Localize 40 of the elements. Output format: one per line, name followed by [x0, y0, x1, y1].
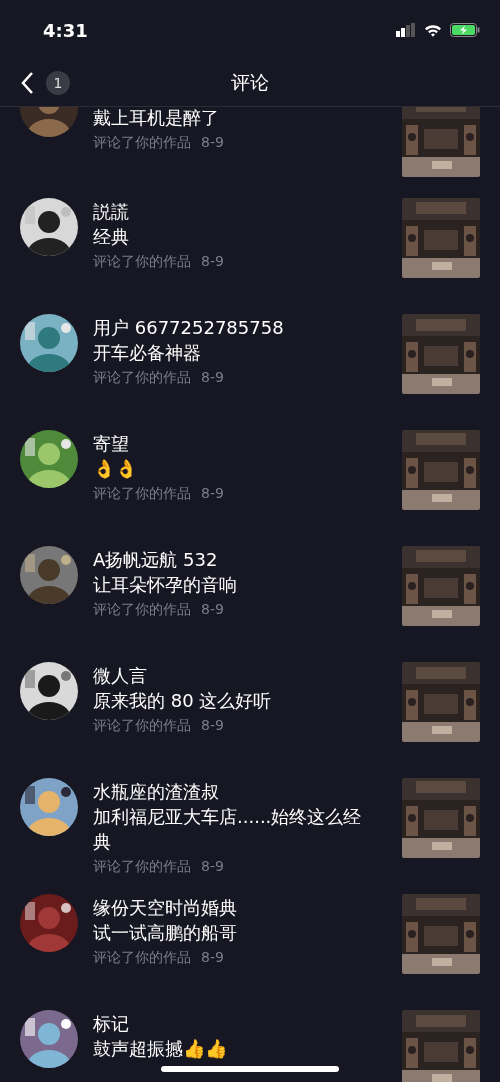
user-name[interactable]: 寄望	[93, 432, 379, 456]
user-name[interactable]: A扬帆远航 532	[93, 548, 379, 572]
user-name[interactable]: 説謊	[93, 200, 379, 224]
wifi-icon	[424, 23, 442, 37]
comment-text: 原来我的 80 这么好听	[93, 689, 273, 713]
back-icon[interactable]	[20, 71, 34, 95]
user-name[interactable]: 缘份天空时尚婚典	[93, 896, 379, 920]
count-badge: 1	[46, 71, 70, 95]
activity-label: 评论了你的作品	[93, 368, 191, 387]
date-label: 8-9	[201, 716, 224, 735]
activity-label: 评论了你的作品	[93, 252, 191, 271]
date-label: 8-9	[201, 948, 224, 967]
user-name[interactable]: 微人言	[93, 664, 379, 688]
comment-text: 鼓声超振撼👍👍	[93, 1037, 228, 1061]
comment-text: 戴上耳机是醉了	[93, 107, 220, 130]
user-name[interactable]: 标记	[93, 1012, 379, 1036]
activity-label: 评论了你的作品	[93, 948, 191, 967]
battery-icon	[450, 23, 480, 37]
comment-text: 开车必备神器	[93, 341, 202, 365]
activity-label: 评论了你的作品	[93, 600, 191, 619]
date-label: 8-9	[201, 600, 224, 619]
comment-text: 👌👌	[93, 457, 138, 481]
signal-icon	[396, 23, 416, 37]
comment-text: 加利福尼亚大车店......始终这么经典	[93, 805, 363, 854]
comment-text: 经典	[93, 225, 130, 249]
comment-text: 试一试高鹏的船哥	[93, 921, 238, 945]
user-name[interactable]: 水瓶座的渣渣叔	[93, 780, 379, 804]
activity-label: 评论了你的作品	[93, 133, 191, 152]
comment-text: 让耳朵怀孕的音响	[93, 573, 238, 597]
date-label: 8-9	[201, 857, 224, 876]
page-title: 评论	[231, 70, 269, 95]
activity-label: 评论了你的作品	[93, 857, 191, 876]
clock: 4:31	[43, 19, 88, 41]
user-name[interactable]: 用户 6677252785758	[93, 316, 379, 340]
activity-label: 评论了你的作品	[93, 484, 191, 503]
date-label: 8-9	[201, 368, 224, 387]
date-label: 8-9	[201, 252, 224, 271]
date-label: 8-9	[201, 133, 224, 152]
date-label: 8-9	[201, 484, 224, 503]
activity-label: 评论了你的作品	[93, 716, 191, 735]
